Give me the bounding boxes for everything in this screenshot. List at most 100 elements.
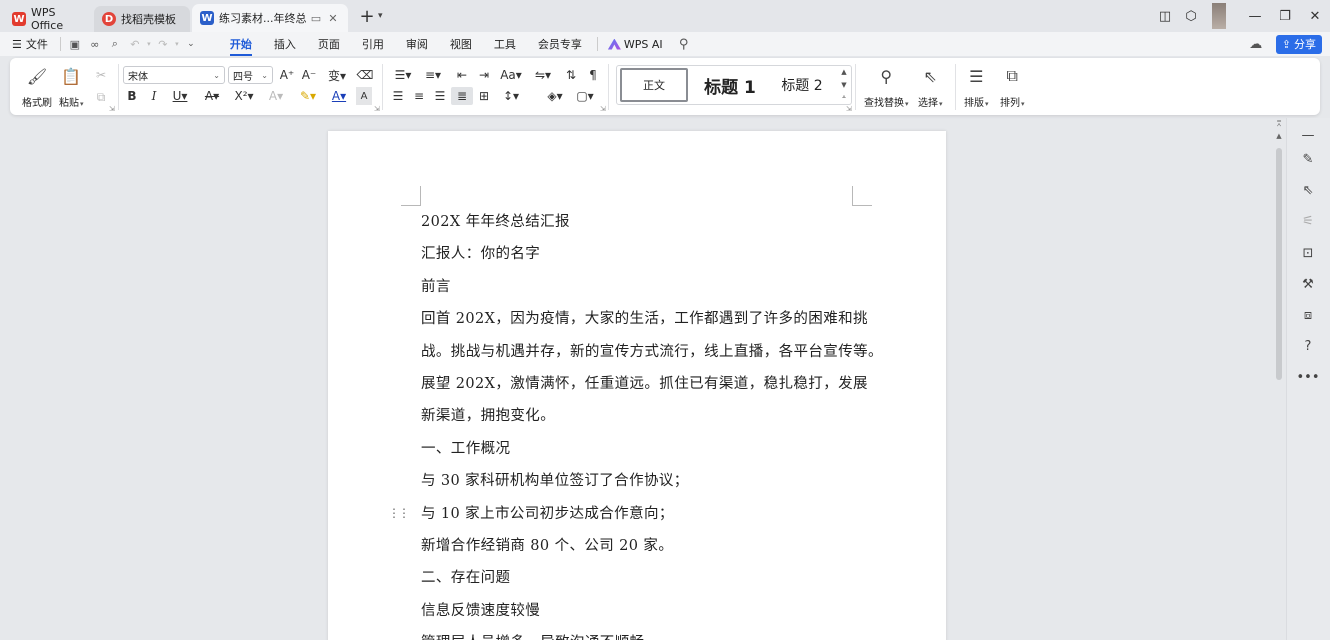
select-cursor-icon[interactable]: ⇖	[1297, 179, 1319, 201]
tab-wps-office[interactable]: W WPS Office	[4, 6, 92, 32]
tools-icon[interactable]: ⚒	[1297, 273, 1319, 295]
phonetic-guide-icon[interactable]: 变▾	[324, 66, 350, 84]
font-size-select[interactable]: 四号 ⌄	[228, 66, 273, 84]
change-case-icon[interactable]: Aa▾	[498, 66, 524, 84]
doc-line[interactable]: 汇报人：你的名字	[421, 238, 861, 270]
tab-review[interactable]: 审阅	[395, 32, 439, 56]
share-button[interactable]: ⇪ 分享	[1275, 34, 1322, 54]
minimize-icon[interactable]: —	[1240, 0, 1270, 32]
tab-close-icon[interactable]: ✕	[326, 11, 340, 25]
doc-line[interactable]: 战。挑战与机遇并存，新的宣传方式流行，线上直播，各平台宣传等。	[421, 336, 883, 368]
print-preview-icon[interactable]: ⌕	[105, 34, 125, 54]
bullets-icon[interactable]: ☰▾	[390, 66, 416, 84]
decrease-indent-icon[interactable]: ⇤	[451, 66, 473, 84]
grow-font-icon[interactable]: A⁺	[276, 66, 298, 84]
restore-icon[interactable]: ❐	[1270, 0, 1300, 32]
shrink-font-icon[interactable]: A⁻	[298, 66, 320, 84]
doc-line[interactable]: 新渠道，拥抱变化。	[421, 400, 861, 432]
highlight-color-icon[interactable]: ✎▾	[295, 87, 321, 105]
text-direction-icon[interactable]: ⇋▾	[530, 66, 556, 84]
help-icon[interactable]: ?	[1297, 335, 1319, 357]
pen-edit-icon[interactable]: ✎	[1297, 148, 1319, 170]
justify-icon[interactable]: ≣	[451, 87, 473, 105]
collapse-panel-icon[interactable]: —	[1297, 124, 1319, 146]
doc-line[interactable]: 一、工作概况	[421, 433, 861, 465]
clear-format-icon[interactable]: ⌫	[354, 66, 376, 84]
avatar[interactable]	[1212, 3, 1226, 29]
copy-icon[interactable]: ⧉	[90, 88, 112, 106]
superscript-icon[interactable]: X²▾	[231, 87, 257, 105]
save-icon[interactable]: ▣	[65, 34, 85, 54]
doc-line[interactable]: 信息反馈速度较慢	[421, 595, 861, 627]
doc-line[interactable]: 前言	[421, 271, 861, 303]
format-painter-button[interactable]: 🖌 格式刷	[22, 64, 52, 110]
paragraph-drag-handle-icon[interactable]: ⋮⋮	[388, 506, 410, 520]
font-name-select[interactable]: 宋体 ⌄	[123, 66, 225, 84]
style-heading-2[interactable]: 标题 2	[769, 68, 835, 102]
paragraph-launcher-icon[interactable]: ⇲	[600, 105, 606, 113]
tab-document[interactable]: W 练习素材...年终总结 ▭ ✕	[192, 4, 348, 32]
style-heading-1[interactable]: 标题 1	[695, 68, 765, 102]
expand-styles-icon[interactable]: ⩡	[842, 93, 846, 102]
tab-pin-icon[interactable]: ▭	[309, 11, 323, 25]
strikethrough-icon[interactable]: A▾	[199, 87, 225, 105]
close-window-icon[interactable]: ✕	[1300, 0, 1330, 32]
font-launcher-icon[interactable]: ⇲	[374, 105, 380, 113]
doc-line[interactable]: 二、存在问题	[421, 562, 861, 594]
select-button[interactable]: ⇖ 选择▾	[918, 64, 943, 110]
line-spacing-icon[interactable]: ↕▾	[498, 87, 524, 105]
new-tab-plus-icon[interactable]: +	[358, 6, 376, 27]
tab-member[interactable]: 会员专享	[527, 32, 593, 56]
chevron-down-icon[interactable]: ▼	[841, 81, 846, 89]
more-icon[interactable]: •••	[1297, 366, 1320, 388]
font-color-icon[interactable]: A▾	[326, 87, 352, 105]
scroll-top-icon[interactable]: ⩞	[1274, 120, 1284, 129]
tab-page[interactable]: 页面	[307, 32, 351, 56]
search-icon[interactable]: ⚲	[674, 34, 694, 54]
character-shading-icon[interactable]: A	[356, 87, 372, 105]
clipboard-launcher-icon[interactable]: ⇲	[109, 105, 115, 113]
show-marks-icon[interactable]: ¶	[582, 66, 604, 84]
scroll-up-icon[interactable]: ▲	[1274, 132, 1284, 140]
tab-references[interactable]: 引用	[351, 32, 395, 56]
tab-list-chevron-icon[interactable]: ▾	[378, 11, 383, 21]
sort-icon[interactable]: ⇅	[560, 66, 582, 84]
cloud-sync-icon[interactable]: ☁	[1246, 34, 1266, 54]
find-replace-button[interactable]: ⚲ 查找替换▾	[864, 64, 909, 110]
shading-fill-icon[interactable]: ◈▾	[542, 87, 568, 105]
cut-icon[interactable]: ✂	[90, 66, 112, 84]
adjust-sliders-icon[interactable]: ⚟	[1297, 210, 1319, 232]
doc-line[interactable]: 新增合作经销商 80 个、公司 20 家。	[421, 530, 861, 562]
image-edit-icon[interactable]: ⊡	[1297, 242, 1319, 264]
tab-home[interactable]: 开始	[219, 32, 263, 56]
chevron-up-icon[interactable]: ▲	[841, 68, 846, 76]
layout-button[interactable]: ☰ 排版▾	[964, 64, 989, 110]
underline-icon[interactable]: U▾	[167, 87, 193, 105]
borders-icon[interactable]: ▢▾	[572, 87, 598, 105]
align-left-icon[interactable]: ☰	[387, 87, 409, 105]
redo-icon[interactable]: ↷	[153, 34, 173, 54]
distributed-icon[interactable]: ⊞	[473, 87, 495, 105]
document-body[interactable]: 202X 年年终总结汇报 汇报人：你的名字 前言 回首 202X，因为疫情，大家…	[421, 206, 883, 640]
wps-ai-button[interactable]: WPS AI	[602, 32, 674, 56]
doc-line[interactable]: 202X 年年终总结汇报	[421, 206, 861, 238]
align-right-icon[interactable]: ☰	[429, 87, 451, 105]
doc-line[interactable]: 与 30 家科研机构单位签订了合作协议；	[421, 465, 861, 497]
document-page[interactable]: 202X 年年终总结汇报 汇报人：你的名字 前言 回首 202X，因为疫情，大家…	[328, 131, 946, 640]
link-icon[interactable]: ∞	[85, 34, 105, 54]
doc-line[interactable]: 展望 202X，激情满怀，任重道远。抓住已有渠道，稳扎稳打，发展	[421, 368, 868, 400]
undo-icon[interactable]: ↶	[125, 34, 145, 54]
tab-tools[interactable]: 工具	[483, 32, 527, 56]
redo-dropdown-icon[interactable]: ▾	[173, 34, 181, 54]
cube-icon[interactable]: ⬡	[1178, 3, 1204, 29]
bold-icon[interactable]: B	[121, 87, 143, 105]
doc-line[interactable]: 管理层人员增多，导致沟通不顺畅	[421, 627, 861, 640]
tab-view[interactable]: 视图	[439, 32, 483, 56]
arrange-button[interactable]: ⧉ 排列▾	[1000, 64, 1025, 109]
increase-indent-icon[interactable]: ⇥	[473, 66, 495, 84]
text-effect-icon[interactable]: A▾	[263, 87, 289, 105]
align-center-icon[interactable]: ≡	[408, 87, 430, 105]
scrollbar-thumb[interactable]	[1276, 148, 1282, 380]
tab-docer-templates[interactable]: D 找稻壳模板	[94, 6, 190, 32]
paste-button[interactable]: 📋 粘贴▾	[59, 64, 84, 110]
